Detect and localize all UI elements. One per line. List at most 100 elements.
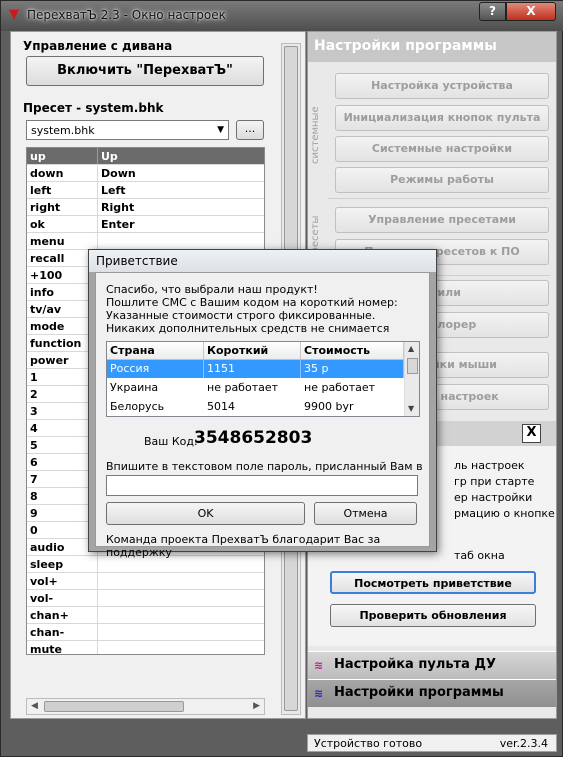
preset-management-button[interactable]: Управление пресетами [335, 207, 549, 233]
panel-line: ль настроек [454, 459, 525, 472]
sms-numbers-table[interactable]: Страна Короткий номер Стоимость Россия 1… [106, 341, 420, 417]
cancel-button[interactable]: Отмена [314, 502, 417, 525]
welcome-dialog: Приветствие Спасибо, что выбрали наш про… [88, 249, 437, 559]
enable-button[interactable]: Включить "ПерехватЪ" [26, 56, 264, 86]
work-modes-button[interactable]: Режимы работы [335, 167, 549, 193]
preset-heading: Пресет - system.bhk [23, 101, 164, 115]
panel-close-button[interactable]: X [522, 424, 541, 443]
cell-country: Украина [110, 381, 159, 394]
scroll-thumb[interactable] [407, 358, 418, 374]
scroll-down-icon[interactable]: ▼ [408, 404, 414, 413]
remote-init-button[interactable]: Инициализация кнопок пульта ДУ [335, 105, 549, 148]
table-row[interactable]: chan+ [27, 607, 264, 624]
cell-country: Белорусь [110, 400, 165, 413]
dialog-message: Спасибо, что выбрали наш продукт! Пошлит… [106, 283, 426, 335]
ok-button[interactable]: OK [106, 502, 305, 525]
panel-line: таб окна [454, 549, 505, 562]
message-line: Пошлите СМС с Вашим кодом на короткий но… [106, 296, 398, 309]
table-row[interactable]: vol+ [27, 573, 264, 590]
table-row[interactable]: mute [27, 641, 264, 654]
window-title: ПерехватЪ 2.3 - Окно настроек [27, 8, 226, 22]
key-action-cell [98, 641, 104, 654]
key-name-cell: chan+ [27, 607, 98, 623]
key-name-cell: left [27, 182, 98, 198]
panel-line: рмацию о кнопке [454, 507, 555, 520]
side-label-system: системные [310, 106, 321, 164]
table-row[interactable]: ok Enter [27, 216, 264, 233]
key-action-cell: Right [101, 201, 135, 214]
table-row[interactable]: Россия 1151 35 р [107, 360, 404, 378]
status-text: Устройство готово [314, 737, 423, 750]
table-row[interactable]: chan- [27, 624, 264, 641]
help-button[interactable]: ? [479, 2, 506, 21]
preset-select-value: system.bhk [31, 124, 95, 137]
key-action-cell: Left [101, 184, 126, 197]
device-settings-button[interactable]: Настройка устройства [335, 73, 549, 99]
dialog-body: Спасибо, что выбрали наш продукт! Пошлит… [95, 272, 430, 559]
view-welcome-button[interactable]: Посмотреть приветствие [330, 571, 536, 594]
preset-select[interactable]: system.bhk ▼ [26, 120, 229, 140]
status-bar: Устройство готово ver.2.3.4 [307, 734, 557, 752]
dialog-title[interactable]: Приветствие [89, 250, 436, 272]
key-name-cell: mute [27, 641, 98, 654]
column-country[interactable]: Страна [107, 342, 204, 359]
table-row[interactable]: right Right [27, 199, 264, 216]
table-row[interactable]: menu [27, 233, 264, 250]
cell-cost: 9900 byr [304, 400, 354, 413]
nav-program-settings[interactable]: ≋ Настройки программы [308, 679, 556, 707]
table-row[interactable]: Белорусь 5014 9900 byr [107, 398, 404, 416]
password-input[interactable] [106, 475, 418, 496]
table-row[interactable]: left Left [27, 182, 264, 199]
table-scrollbar[interactable]: ▲ ▼ [404, 342, 419, 416]
code-value: 3548652803 [194, 428, 313, 448]
key-action-cell [98, 590, 104, 606]
cell-cost: не работает [304, 381, 376, 394]
message-line: Никаких дополнительных средств не снимае… [106, 322, 390, 335]
cell-cost: 35 р [301, 360, 404, 378]
key-name-cell: vol+ [27, 573, 98, 589]
app-logo-icon: ▼ [9, 7, 19, 22]
horizontal-scrollbar[interactable]: ◀ ▶ [26, 698, 265, 715]
column-short-number[interactable]: Короткий номер [204, 342, 301, 374]
key-action-cell [98, 624, 104, 640]
key-name-cell: sleep [27, 556, 98, 572]
scroll-left-icon[interactable]: ◀ [31, 701, 38, 711]
panel-line: гр при старте [454, 475, 535, 488]
close-button[interactable]: X [506, 2, 556, 21]
key-name-cell: down [27, 165, 98, 181]
key-name-cell: up [27, 148, 98, 164]
table-row[interactable]: down Down [27, 165, 264, 182]
table-row[interactable]: Украина не работает не работает [107, 379, 404, 397]
scroll-thumb[interactable] [44, 701, 184, 712]
system-settings-button[interactable]: Системные настройки [335, 136, 549, 162]
key-name-cell: ok [27, 216, 98, 232]
key-action-cell [98, 556, 104, 572]
column-cost[interactable]: Стоимость [301, 342, 404, 359]
message-line: Указанные стоимости строго фиксированные… [106, 309, 376, 322]
title-bar[interactable]: ▼ ПерехватЪ 2.3 - Окно настроек ? X [1, 1, 563, 31]
key-action-cell: Enter [101, 218, 135, 231]
nav-remote-setup[interactable]: ≋ Настройка пульта ДУ [308, 651, 556, 679]
check-updates-button[interactable]: Проверить обновления [330, 604, 536, 627]
nav-remote-label: Настройка пульта ДУ [334, 657, 496, 672]
key-name-cell: right [27, 199, 98, 215]
thanks-text: Команда проекта ПрехватЪ благодарит Вас … [106, 533, 381, 559]
table-row[interactable]: up Up [27, 148, 264, 165]
couch-control-heading: Управление с дивана [23, 39, 173, 53]
key-name-cell: chan- [27, 624, 98, 640]
code-label: Ваш Код: [144, 435, 198, 448]
nav-settings-label: Настройки программы [334, 685, 504, 700]
scroll-right-icon[interactable]: ▶ [253, 701, 260, 711]
table-row[interactable]: vol- [27, 590, 264, 607]
scroll-up-icon[interactable]: ▲ [408, 344, 414, 353]
key-action-cell: Down [101, 167, 136, 180]
key-action-cell [98, 233, 104, 249]
divider [328, 198, 550, 199]
cell-number: 1151 [204, 360, 301, 378]
key-name-cell: vol- [27, 590, 98, 606]
browse-button[interactable]: ... [236, 120, 264, 140]
key-name-cell: menu [27, 233, 98, 249]
main-window: ▼ ПерехватЪ 2.3 - Окно настроек ? X Упра… [0, 0, 563, 757]
cell-number: не работает [207, 381, 279, 394]
panel-line: ер настройки [454, 491, 533, 504]
